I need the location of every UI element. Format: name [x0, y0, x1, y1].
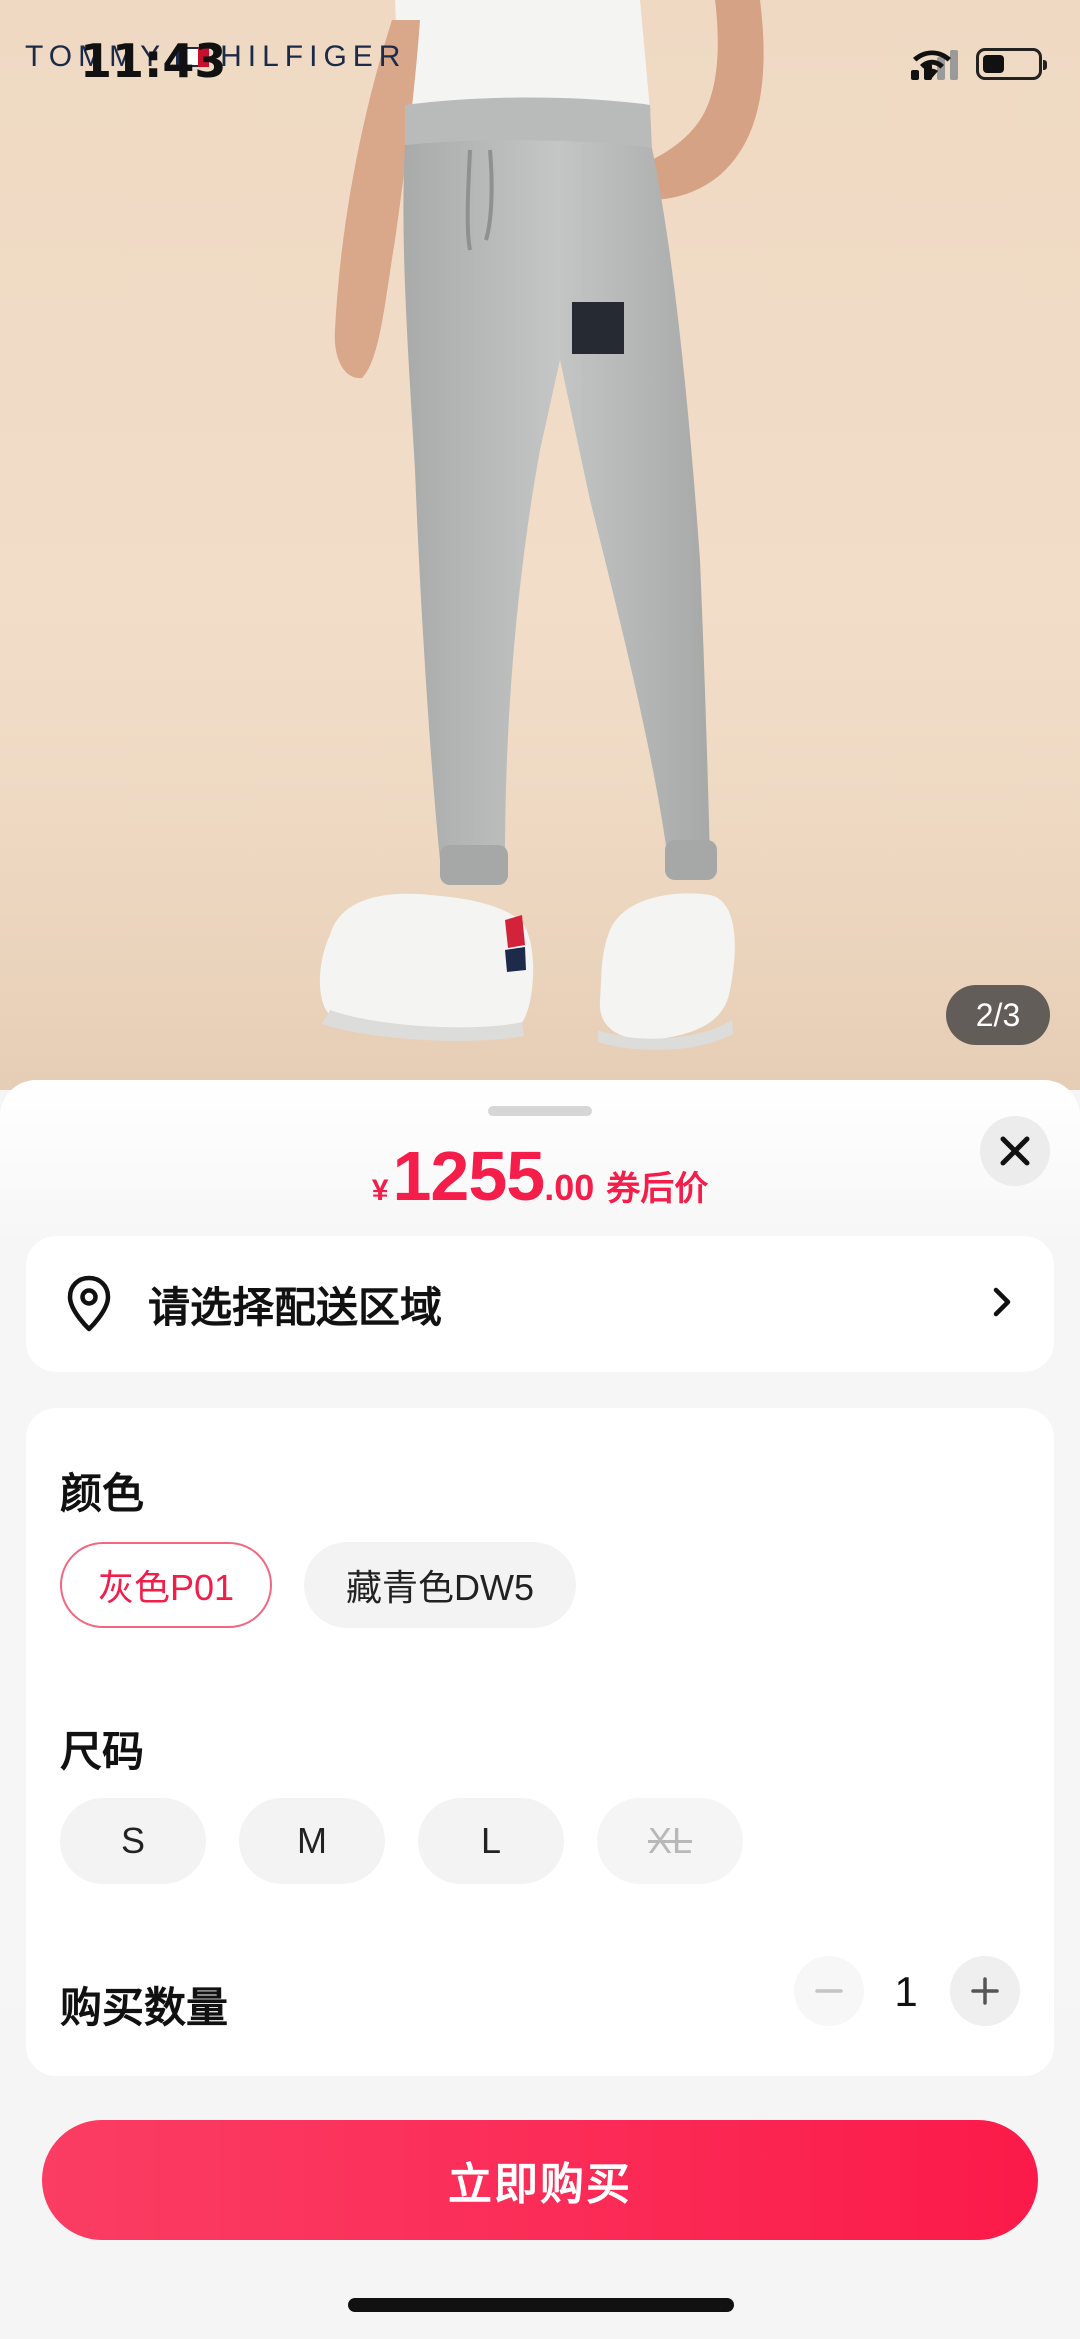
plus-icon	[971, 1977, 999, 2005]
brand-patch	[572, 302, 624, 354]
status-bar-icons	[911, 48, 1047, 80]
size-option-s[interactable]: S	[60, 1798, 206, 1884]
size-option-m[interactable]: M	[239, 1798, 385, 1884]
color-section-title: 颜色	[60, 1470, 145, 1517]
wifi-icon	[913, 50, 951, 78]
status-bar-time: 11:43	[80, 34, 227, 88]
battery-icon	[976, 48, 1047, 80]
sheet-drag-handle[interactable]	[488, 1106, 592, 1116]
price-integer: 1255	[392, 1137, 545, 1215]
quantity-section-title: 购买数量	[60, 1984, 229, 2031]
chevron-right-icon	[993, 1287, 1011, 1317]
size-section-title: 尺码	[60, 1728, 145, 1775]
quantity-value: 1	[894, 1968, 918, 2015]
price-label: 券后价	[606, 1170, 709, 1208]
image-page-indicator: 2/3	[946, 985, 1050, 1045]
price-decimal: .00	[544, 1167, 595, 1208]
spec-options-card: 颜色 灰色P01 藏青色DW5 尺码 S M L XL 购买数量 1	[26, 1408, 1054, 2076]
delivery-area-label: 请选择配送区域	[148, 1283, 443, 1331]
color-option-navy[interactable]: 藏青色DW5	[304, 1542, 576, 1628]
size-option-xl: XL	[597, 1798, 743, 1884]
home-indicator[interactable]	[348, 2298, 734, 2312]
delivery-area-selector[interactable]: 请选择配送区域	[26, 1236, 1054, 1372]
color-option-grey[interactable]: 灰色P01	[60, 1542, 272, 1628]
quantity-decrease-button[interactable]	[794, 1956, 864, 2026]
price-currency: ¥	[371, 1174, 389, 1207]
quantity-increase-button[interactable]	[950, 1956, 1020, 2026]
minus-icon	[815, 1989, 843, 1993]
product-photo	[0, 0, 1080, 1090]
product-image-carousel[interactable]: TOMMY HILFIGER 11:43 2/3	[0, 0, 1080, 1090]
buy-now-button[interactable]: 立即购买	[42, 2120, 1038, 2240]
price-display: ¥ 1255 .00 券后价	[0, 1136, 1080, 1216]
location-pin-icon	[67, 1275, 111, 1332]
size-option-l[interactable]: L	[418, 1798, 564, 1884]
